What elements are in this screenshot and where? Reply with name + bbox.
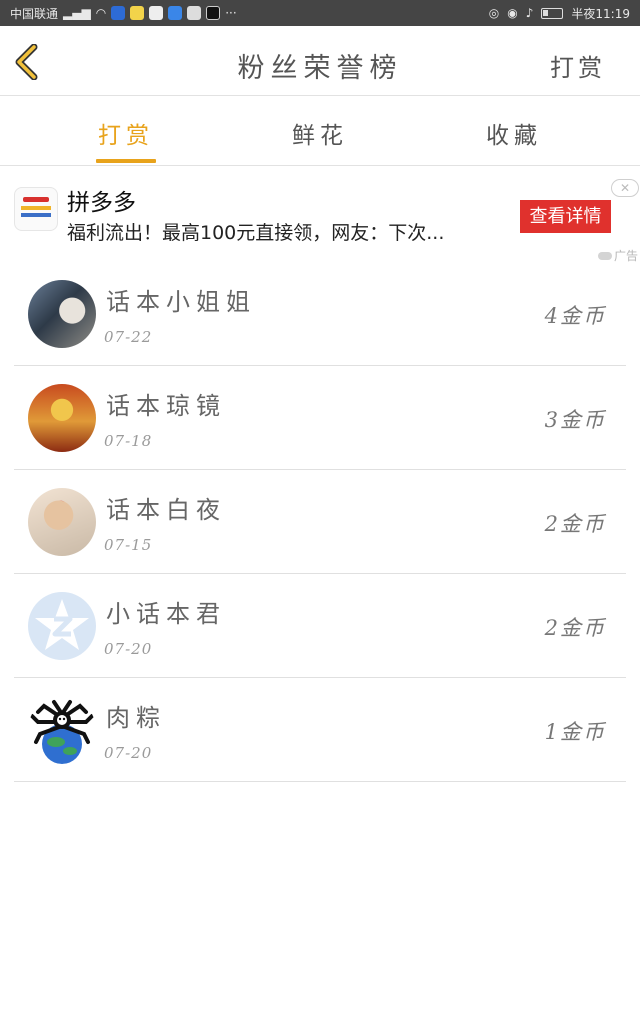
list-item[interactable]: 小话本君 07-20 2金币	[14, 574, 626, 678]
app-notification-icon	[206, 6, 221, 20]
fan-name: 话本白夜	[106, 496, 226, 524]
ad-app-logo	[14, 187, 58, 231]
signal-icon: ▂▄▆	[63, 6, 91, 20]
coin-count: 1金币	[544, 720, 606, 744]
reward-button[interactable]: 打赏	[550, 48, 606, 83]
status-right: ◎ ◉ ♪ 半夜11:19	[489, 5, 630, 22]
coin-count: 3金币	[544, 408, 606, 432]
status-left: 中国联通 ▂▄▆ ◠ ···	[10, 5, 237, 22]
fan-date: 07-18	[104, 432, 153, 450]
fan-ranking-list: 话本小姐姐 07-22 4金币 话本琼镜 07-18 3金币 话本白夜 07-1…	[14, 262, 626, 782]
app-notification-icon	[149, 6, 164, 20]
fan-name: 话本琼镜	[106, 392, 226, 420]
list-item[interactable]: 话本白夜 07-15 2金币	[14, 470, 626, 574]
eye-icon: ◉	[507, 6, 518, 20]
more-notifications-icon: ···	[225, 6, 237, 20]
mute-icon: ♪	[525, 6, 534, 20]
ad-banner[interactable]: 拼多多 福利流出！最高100元直接领，网友：下次... 查看详情 ✕ 广告	[0, 167, 640, 265]
status-bar: 中国联通 ▂▄▆ ◠ ··· ◎ ◉ ♪ 半夜11:19	[0, 0, 640, 26]
list-item[interactable]: 话本小姐姐 07-22 4金币	[14, 262, 626, 366]
nfc-icon: ◎	[488, 6, 500, 20]
coin-count: 4金币	[544, 304, 606, 328]
app-notification-icon	[130, 6, 145, 20]
tab-bar: 打赏 鲜花 收藏	[0, 96, 640, 166]
fan-date: 07-22	[104, 328, 153, 346]
tab-reward[interactable]: 打赏	[29, 96, 223, 166]
coin-count: 2金币	[544, 512, 606, 536]
page-title: 粉丝荣誉榜	[237, 53, 403, 84]
avatar	[28, 280, 96, 348]
fan-name: 话本小姐姐	[106, 288, 256, 316]
list-item[interactable]: 肉粽 07-20 1金币	[14, 678, 626, 782]
ad-description: 福利流出！最高100元直接领，网友：下次...	[67, 222, 445, 244]
tab-favorites[interactable]: 收藏	[417, 96, 611, 166]
wifi-icon: ◠	[95, 6, 107, 20]
fan-name: 肉粽	[106, 704, 166, 732]
close-icon[interactable]: ✕	[611, 179, 639, 197]
ad-detail-button[interactable]: 查看详情	[520, 200, 611, 233]
list-item[interactable]: 话本琼镜 07-18 3金币	[14, 366, 626, 470]
tab-flowers[interactable]: 鲜花	[223, 96, 417, 166]
coin-count: 2金币	[544, 616, 606, 640]
cloud-icon	[597, 251, 612, 260]
clock: 半夜11:19	[571, 6, 630, 21]
fan-date: 07-20	[104, 640, 153, 658]
carrier-label: 中国联通	[10, 6, 59, 21]
fan-date: 07-20	[104, 744, 153, 762]
ad-app-name: 拼多多	[67, 190, 136, 216]
app-notification-icon	[111, 6, 126, 20]
avatar	[28, 592, 96, 660]
avatar	[28, 488, 96, 556]
battery-icon	[541, 7, 564, 19]
fan-date: 07-15	[104, 536, 153, 554]
avatar	[28, 696, 96, 764]
app-notification-icon	[187, 6, 202, 20]
default-star-avatar-icon	[35, 599, 89, 650]
app-notification-icon	[168, 6, 183, 20]
header: 粉丝荣誉榜 打赏	[0, 26, 640, 96]
avatar	[28, 384, 96, 452]
spider-globe-avatar-icon	[30, 700, 94, 764]
fan-name: 小话本君	[106, 600, 226, 628]
